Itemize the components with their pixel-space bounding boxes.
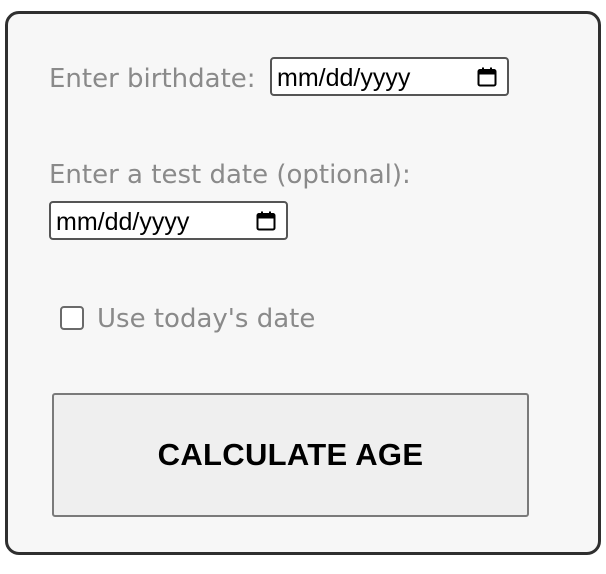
- calendar-icon[interactable]: [477, 67, 497, 87]
- age-calculator-card: Enter birthdate: mm/dd/yyyy Enter a test…: [5, 11, 601, 555]
- test-date-input[interactable]: mm/dd/yyyy: [49, 201, 288, 240]
- test-date-label: Enter a test date (optional):: [49, 160, 411, 190]
- use-today-label[interactable]: Use today's date: [97, 306, 315, 332]
- birthdate-label: Enter birthdate:: [49, 64, 256, 94]
- calculate-age-button[interactable]: CALCULATE AGE: [52, 393, 529, 517]
- use-today-checkbox[interactable]: [60, 306, 84, 330]
- calendar-icon[interactable]: [256, 211, 276, 231]
- birthdate-placeholder: mm/dd/yyyy: [277, 64, 411, 92]
- birthdate-input[interactable]: mm/dd/yyyy: [270, 57, 509, 96]
- test-date-placeholder: mm/dd/yyyy: [56, 208, 190, 236]
